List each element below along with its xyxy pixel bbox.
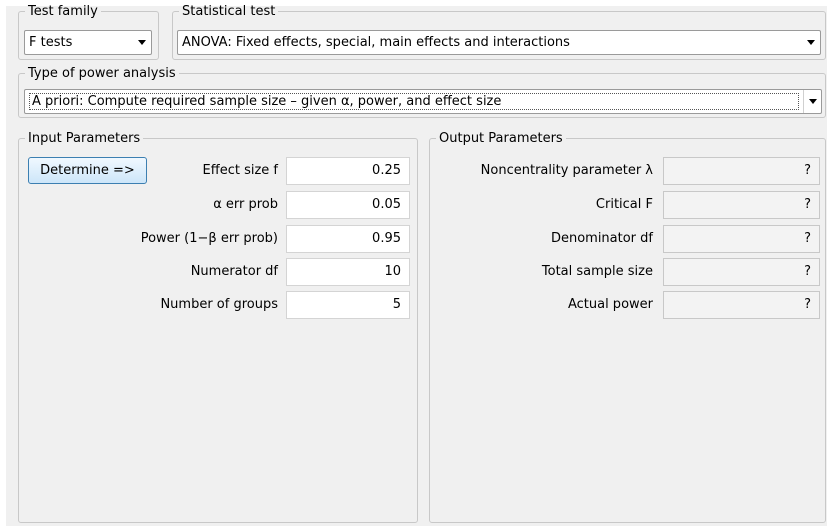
denominator-df-label: Denominator df	[550, 231, 653, 246]
statistical-test-dropdown[interactable]: ANOVA: Fixed effects, special, main effe…	[177, 30, 821, 55]
output-parameters-legend: Output Parameters	[439, 131, 563, 146]
determine-button[interactable]: Determine =>	[28, 157, 147, 184]
test-family-legend: Test family	[28, 4, 98, 19]
chevron-down-icon[interactable]	[133, 31, 151, 54]
number-of-groups-label: Number of groups	[160, 297, 278, 312]
input-parameters-group: Input Parameters	[18, 131, 418, 523]
effect-size-field[interactable]: 0.25	[286, 157, 410, 185]
input-parameters-legend: Input Parameters	[28, 131, 141, 146]
actual-power-label: Actual power	[567, 297, 653, 312]
effect-size-label: Effect size f	[202, 163, 278, 178]
output-parameters-group: Output Parameters	[429, 131, 826, 523]
statistical-test-legend: Statistical test	[182, 4, 276, 19]
noncentrality-field: ?	[663, 157, 820, 185]
alpha-err-label: α err prob	[213, 197, 278, 212]
chevron-down-icon[interactable]	[802, 31, 820, 54]
chevron-down-icon[interactable]	[803, 90, 821, 113]
number-of-groups-field[interactable]: 5	[286, 291, 410, 319]
power-label: Power (1−β err prob)	[140, 231, 278, 246]
denominator-df-field: ?	[663, 225, 820, 253]
alpha-err-field[interactable]: 0.05	[286, 191, 410, 219]
critical-f-field: ?	[663, 191, 820, 219]
numerator-df-label: Numerator df	[190, 264, 278, 279]
power-analysis-dropdown[interactable]: A priori: Compute required sample size –…	[24, 89, 822, 114]
total-sample-size-field: ?	[663, 258, 820, 286]
total-sample-size-label: Total sample size	[541, 264, 653, 279]
critical-f-label: Critical F	[595, 197, 653, 212]
test-family-dropdown[interactable]: F tests	[24, 30, 152, 55]
power-analysis-value: A priori: Compute required sample size –…	[29, 93, 799, 110]
numerator-df-field[interactable]: 10	[286, 258, 410, 286]
power-field[interactable]: 0.95	[286, 225, 410, 253]
actual-power-field: ?	[663, 291, 820, 319]
statistical-test-value: ANOVA: Fixed effects, special, main effe…	[182, 35, 570, 50]
power-analysis-legend: Type of power analysis	[28, 66, 176, 81]
test-family-value: F tests	[29, 35, 73, 50]
noncentrality-label: Noncentrality parameter λ	[480, 163, 653, 178]
